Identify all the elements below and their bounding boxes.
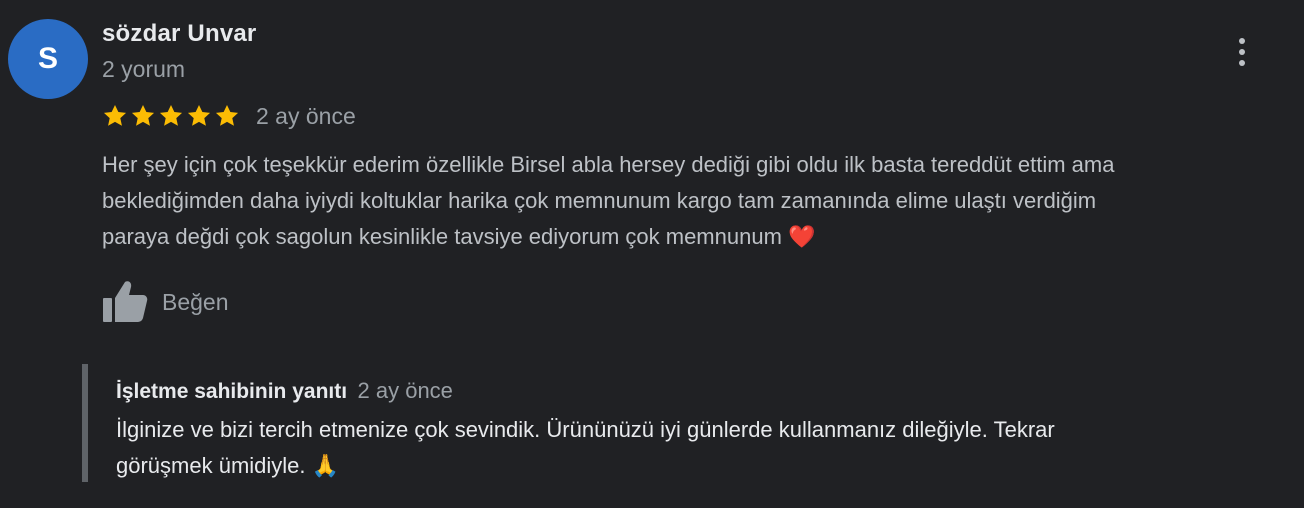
star-icon (103, 104, 127, 126)
rating-row: 2 ay önce (102, 100, 356, 132)
star-rating (102, 103, 240, 129)
reviewer-review-count: 2 yorum (102, 56, 186, 82)
review-text: Her şey için çok teşekkür ederim özellik… (102, 147, 1302, 255)
star-icon (187, 104, 211, 126)
thumbs-up-icon (103, 281, 148, 322)
owner-reply-time: 2 ay önce (357, 378, 453, 403)
avatar[interactable]: S (8, 19, 88, 99)
owner-reply-header: İşletme sahibinin yanıtı 2 ay önce (116, 378, 453, 404)
review-text-line: Her şey için çok teşekkür ederim özellik… (102, 152, 1115, 177)
review-text-line: beklediğimden daha iyiydi koltuklar hari… (102, 188, 1097, 213)
owner-reply-text-line: İlginize ve bizi tercih etmenize çok sev… (116, 417, 1055, 442)
star-icon (159, 104, 183, 126)
reviewer-name[interactable]: sözdar Unvar (102, 20, 256, 48)
owner-reply-text-line: görüşmek ümidiyle. 🙏 (116, 453, 340, 478)
owner-reply-text: İlginize ve bizi tercih etmenize çok sev… (116, 412, 1055, 484)
review-card: S sözdar Unvar 2 yorum 2 ay önce Her şey… (0, 0, 1304, 508)
owner-reply: İşletme sahibinin yanıtı 2 ay önce İlgin… (82, 364, 1282, 482)
like-button[interactable]: Beğen (102, 280, 229, 324)
more-options-button[interactable] (1226, 32, 1258, 72)
star-icon (215, 104, 239, 126)
review-text-line: paraya değdi çok sagolun kesinlikle tavs… (102, 224, 816, 249)
more-vertical-icon (1239, 38, 1245, 44)
owner-reply-label: İşletme sahibinin yanıtı (116, 380, 348, 403)
review-time: 2 ay önce (256, 102, 356, 129)
like-label: Beğen (162, 288, 229, 315)
star-icon (131, 104, 155, 126)
